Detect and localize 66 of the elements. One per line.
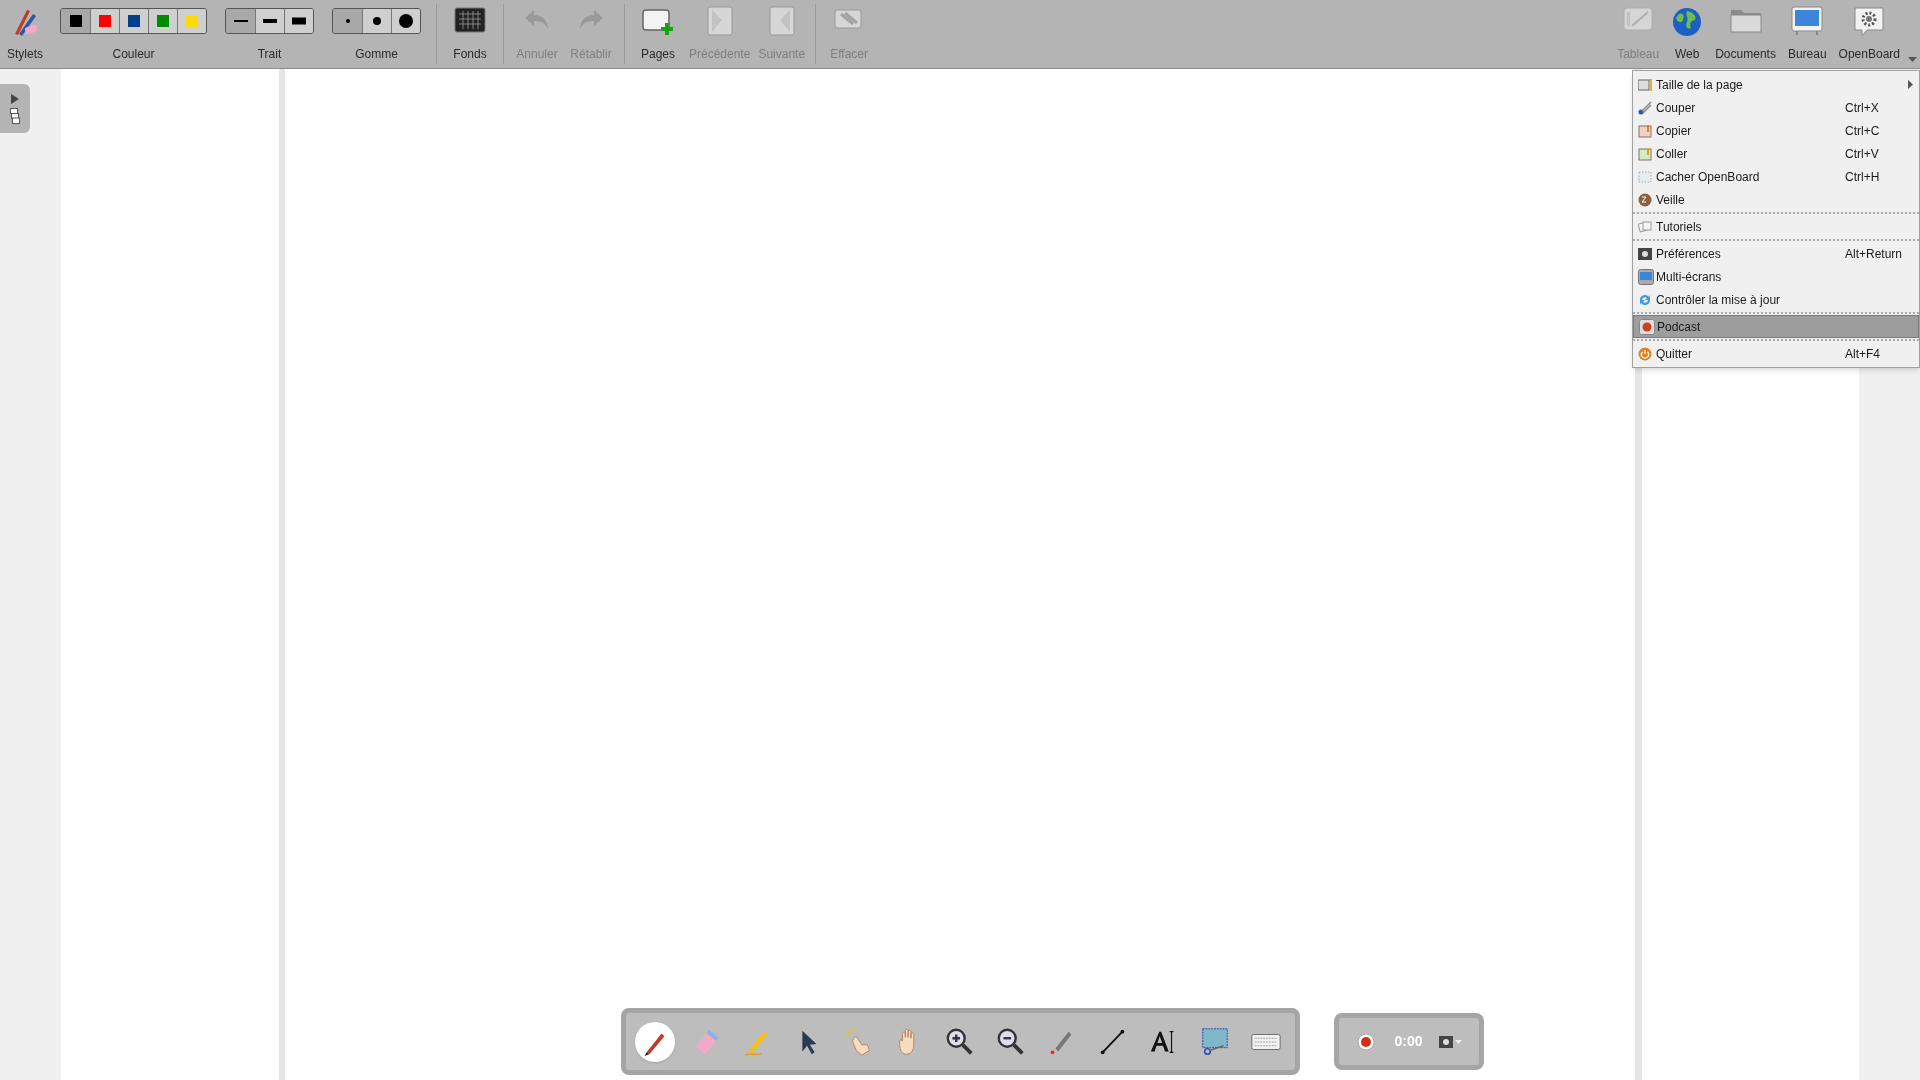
menu-item[interactable]: Taille de la page	[1633, 73, 1919, 96]
dot-icon	[373, 17, 381, 25]
monitor-icon	[1638, 268, 1654, 285]
color-option[interactable]	[90, 9, 119, 33]
power-icon	[1638, 346, 1652, 361]
record-button[interactable]	[1355, 1030, 1378, 1053]
menu-item[interactable]: Coller Ctrl+V	[1633, 142, 1919, 165]
line-icon	[233, 17, 248, 25]
next-page-icon	[767, 6, 796, 36]
podcast-settings-dropdown[interactable]	[1439, 1035, 1463, 1048]
globe-icon	[1671, 6, 1704, 38]
toolbar-button[interactable]: Pages	[631, 0, 685, 68]
dropdown-caret-icon	[1455, 1039, 1463, 1044]
eraser-size-option[interactable]	[391, 9, 420, 33]
menu-item[interactable]: Podcast	[1633, 315, 1919, 338]
sleep-icon	[1638, 192, 1652, 207]
menu-item[interactable]: Tutoriels	[1633, 215, 1919, 238]
menu-item[interactable]: Préférences Alt+Return	[1633, 242, 1919, 265]
side-panel-tab[interactable]	[0, 84, 30, 133]
previous-page-icon	[705, 6, 734, 36]
color-option[interactable]	[119, 9, 148, 33]
podcast-timer: 0:00	[1394, 1032, 1423, 1051]
menu-item[interactable]: Couper Ctrl+X	[1633, 96, 1919, 119]
mode-button[interactable]: Bureau	[1781, 0, 1833, 68]
add-page-icon	[641, 6, 675, 36]
record-icon	[1639, 318, 1655, 335]
clipboard-icon	[1638, 123, 1652, 138]
tutorial-icon	[1638, 220, 1652, 233]
scissors-icon	[1638, 100, 1652, 115]
clipboard-icon	[1638, 146, 1652, 161]
group-label: Gomme	[355, 46, 398, 63]
mode-button[interactable]: OpenBoard	[1832, 0, 1906, 68]
mode-button[interactable]: Documents	[1709, 0, 1782, 68]
pages-icon	[10, 107, 20, 124]
page-size-icon	[1638, 78, 1652, 91]
stroke-width-option[interactable]	[226, 9, 255, 33]
record-icon	[1357, 1032, 1376, 1051]
stroke-width-option[interactable]	[255, 9, 284, 33]
board-tool-button[interactable]	[635, 1021, 676, 1062]
settings-icon	[1439, 1035, 1454, 1048]
expand-icon	[10, 93, 20, 104]
dropdown-caret-icon	[1908, 57, 1917, 62]
menu-item[interactable]: Multi-écrans	[1633, 265, 1919, 288]
menu-item[interactable]: Contrôler la mise à jour	[1633, 288, 1919, 311]
menu-item[interactable]: Cacher OpenBoard Ctrl+H	[1633, 165, 1919, 188]
stroke-width-option[interactable]	[284, 9, 313, 33]
group-label: Trait	[257, 46, 282, 63]
color-option[interactable]	[148, 9, 177, 33]
toolbar-button[interactable]: Fonds	[443, 0, 497, 68]
dot-icon	[399, 14, 413, 28]
menu-item[interactable]: Copier Ctrl+C	[1633, 119, 1919, 142]
menu-item[interactable]: Veille	[1633, 188, 1919, 211]
gear-bubble-icon	[1853, 6, 1886, 38]
preferences-icon	[1638, 247, 1652, 260]
grid-background-icon	[454, 6, 486, 34]
refresh-icon	[1638, 292, 1652, 307]
mode-button[interactable]: Web	[1665, 0, 1710, 68]
group-label: Couleur	[112, 46, 155, 63]
toolbar-button[interactable]: Stylets	[0, 0, 50, 68]
dotted-square-icon	[1638, 170, 1652, 183]
menu-item[interactable]: Quitter Alt+F4	[1633, 342, 1919, 365]
color-option[interactable]	[177, 9, 206, 33]
color-option[interactable]	[61, 9, 90, 33]
monitor-icon	[1791, 6, 1824, 36]
dot-icon	[345, 19, 350, 23]
eraser-size-option[interactable]	[362, 9, 391, 33]
